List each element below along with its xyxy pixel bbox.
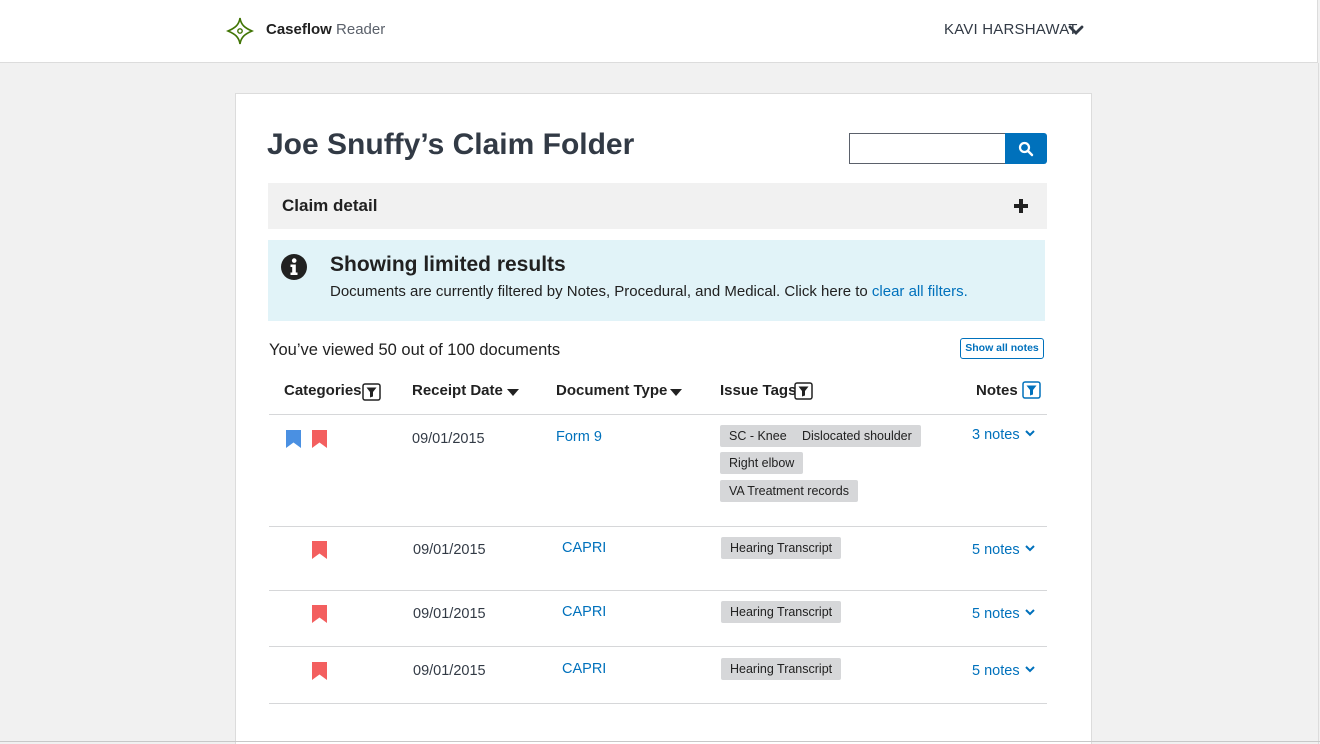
table-divider: [269, 703, 1047, 704]
issue-tag: Right elbow: [720, 452, 804, 474]
window-bottom-edge: [0, 741, 1320, 742]
notes-count: 5 notes: [972, 606, 1020, 622]
document-type-link[interactable]: CAPRI: [562, 661, 606, 677]
claim-detail-accordion[interactable]: Claim detail: [268, 183, 1047, 229]
filter-icon[interactable]: [794, 382, 813, 400]
bookmark-icon[interactable]: [286, 430, 301, 448]
receipt-date: 09/01/2015: [413, 542, 486, 558]
search-icon: [1018, 141, 1034, 157]
clear-all-filters-link[interactable]: clear all filters.: [872, 283, 968, 300]
bookmark-icon[interactable]: [312, 662, 327, 680]
app-brand[interactable]: Caseflow Reader: [266, 21, 385, 38]
chevron-down-icon: [1024, 609, 1035, 616]
document-type-link[interactable]: Form 9: [556, 429, 602, 445]
chevron-down-icon[interactable]: [1068, 23, 1084, 37]
table-divider: [269, 414, 1047, 415]
top-navigation-bar: Caseflow Reader KAVI HARSHAWAT: [0, 0, 1318, 63]
column-header-receipt-date[interactable]: Receipt Date: [412, 382, 503, 399]
table-divider: [269, 526, 1047, 527]
search-button[interactable]: [1005, 133, 1047, 164]
notes-count: 5 notes: [972, 663, 1020, 679]
notes-toggle[interactable]: 3 notes: [972, 427, 1035, 443]
plus-icon[interactable]: [1013, 196, 1029, 216]
receipt-date: 09/01/2015: [412, 431, 485, 447]
alert-title: Showing limited results: [330, 253, 566, 276]
chevron-down-icon: [1024, 545, 1035, 552]
bookmark-icon[interactable]: [312, 541, 327, 559]
viewed-documents-count: You’ve viewed 50 out of 100 documents: [269, 341, 561, 359]
column-header-categories: Categories: [284, 382, 362, 399]
chevron-down-icon: [1024, 430, 1035, 437]
sort-caret-icon[interactable]: [507, 389, 519, 397]
issue-tag: VA Treatment records: [720, 480, 858, 502]
receipt-date: 09/01/2015: [413, 663, 486, 679]
filter-icon[interactable]: [362, 383, 381, 401]
notes-count: 5 notes: [972, 542, 1020, 558]
document-type-link[interactable]: CAPRI: [562, 604, 606, 620]
brand-name: Caseflow: [266, 21, 332, 38]
show-all-notes-button[interactable]: Show all notes: [960, 338, 1044, 359]
notes-count: 3 notes: [972, 427, 1020, 443]
bookmark-icon[interactable]: [312, 605, 327, 623]
issue-tag: SC - Knee: [720, 425, 796, 447]
notes-toggle[interactable]: 5 notes: [972, 606, 1035, 622]
table-divider: [269, 646, 1047, 647]
column-header-issue-tags: Issue Tags: [720, 382, 797, 399]
chevron-down-icon: [1024, 666, 1035, 673]
caseflow-logo-icon[interactable]: [226, 16, 254, 46]
limited-results-alert: Showing limited results Documents are cu…: [268, 240, 1045, 321]
sort-caret-icon[interactable]: [670, 389, 682, 397]
claim-folder-card: Joe Snuffy’s Claim Folder Claim detail S…: [235, 93, 1092, 744]
alert-body-text: Documents are currently filtered by Note…: [330, 283, 872, 300]
page-title: Joe Snuffy’s Claim Folder: [267, 128, 635, 161]
issue-tag: Dislocated shoulder: [793, 425, 921, 447]
claim-detail-label: Claim detail: [282, 196, 378, 215]
issue-tag: Hearing Transcript: [721, 658, 842, 680]
user-menu-name[interactable]: KAVI HARSHAWAT: [944, 21, 1078, 38]
issue-tag: Hearing Transcript: [721, 601, 842, 623]
column-header-notes: Notes: [976, 382, 1018, 399]
document-type-link[interactable]: CAPRI: [562, 540, 606, 556]
notes-toggle[interactable]: 5 notes: [972, 663, 1035, 679]
receipt-date: 09/01/2015: [413, 606, 486, 622]
filter-icon[interactable]: [1022, 381, 1041, 399]
table-divider: [269, 590, 1047, 591]
brand-product: Reader: [336, 21, 386, 38]
column-header-document-type[interactable]: Document Type: [556, 382, 667, 399]
issue-tag: Hearing Transcript: [721, 537, 842, 559]
alert-body: Documents are currently filtered by Note…: [330, 283, 968, 300]
window-edge: [1318, 63, 1319, 744]
bookmark-icon[interactable]: [312, 430, 327, 448]
search-input[interactable]: [849, 133, 1006, 164]
info-icon: [281, 254, 307, 280]
notes-toggle[interactable]: 5 notes: [972, 542, 1035, 558]
